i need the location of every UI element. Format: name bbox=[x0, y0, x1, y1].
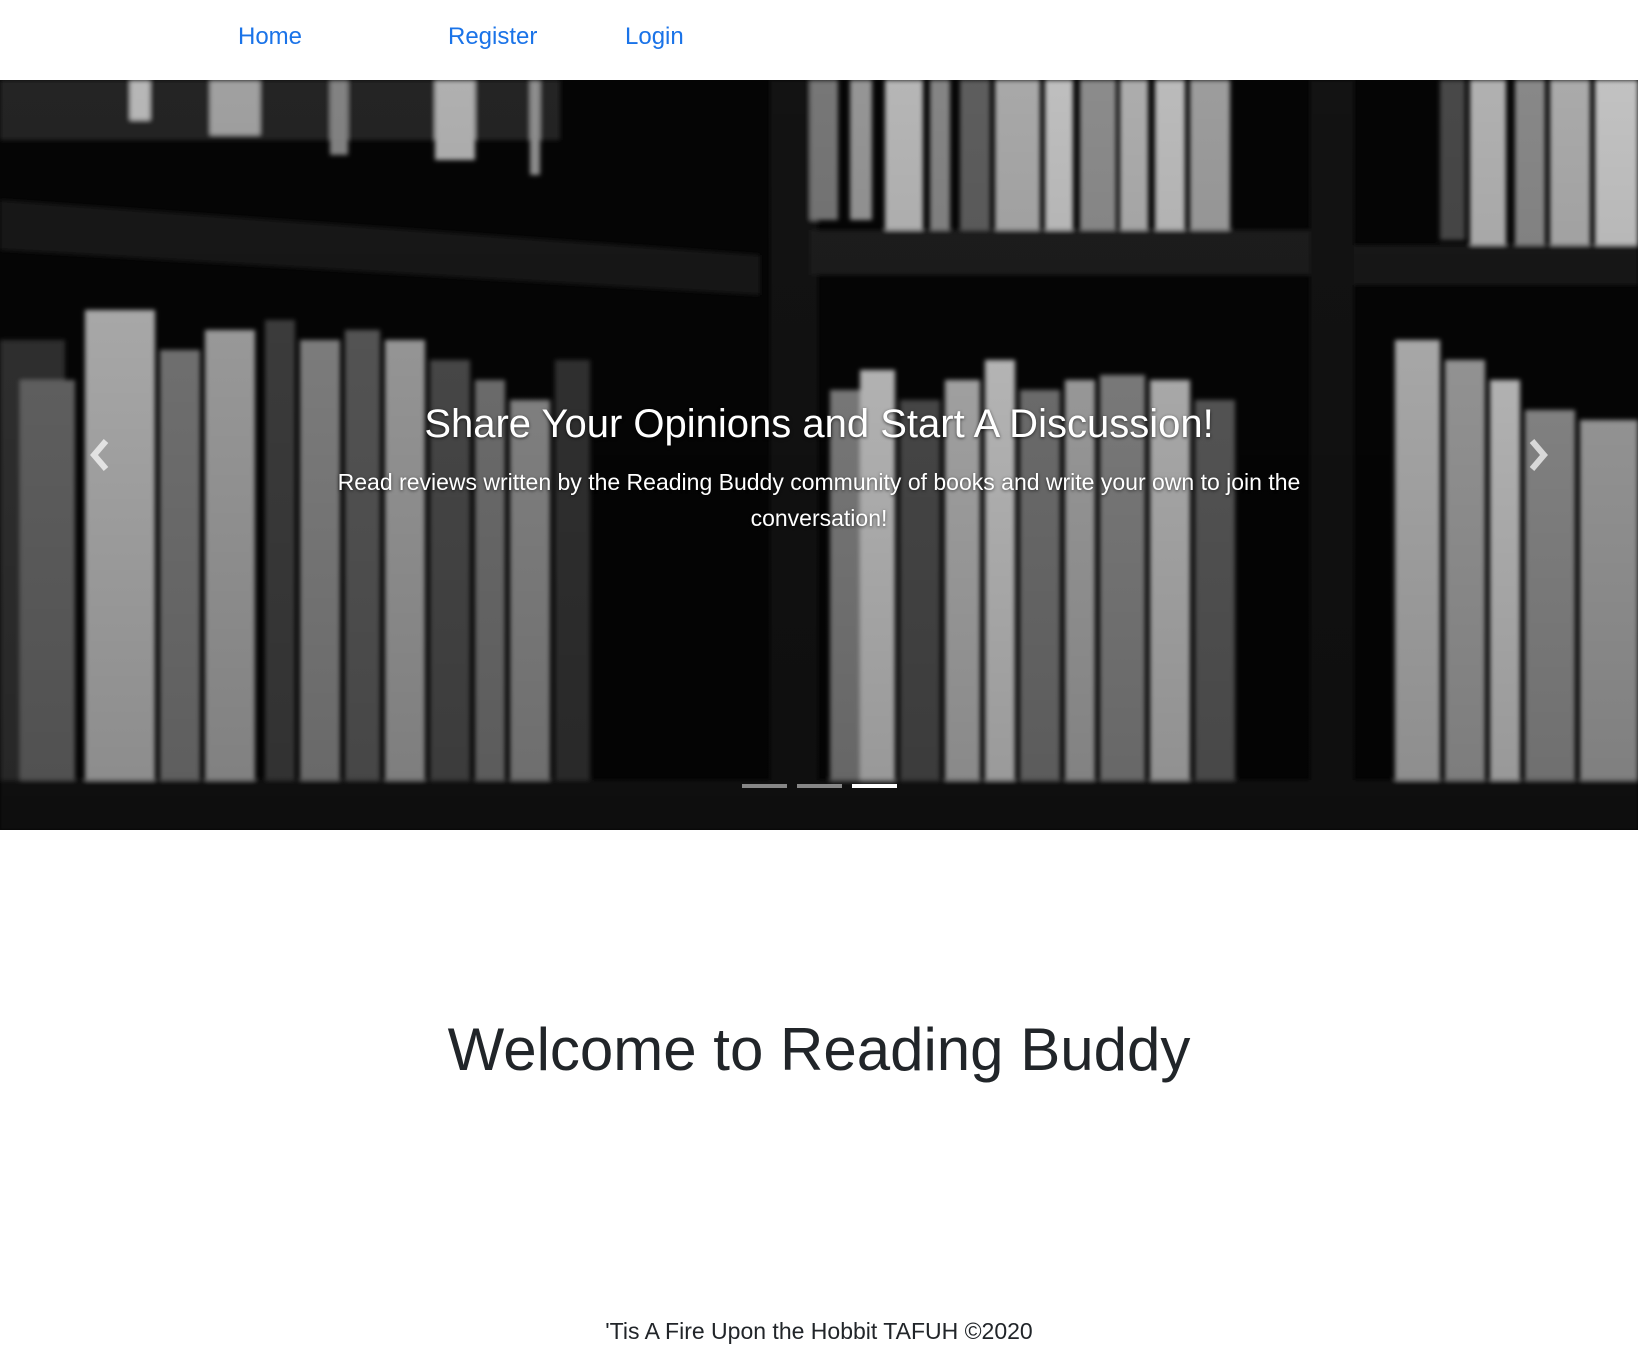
carousel-indicator-2[interactable] bbox=[796, 784, 842, 788]
welcome-heading: Welcome to Reading Buddy bbox=[447, 1016, 1191, 1083]
footer-text: 'Tis A Fire Upon the Hobbit TAFUH ©2020 bbox=[605, 1318, 1033, 1344]
carousel-caption: Share Your Opinions and Start A Discussi… bbox=[0, 400, 1638, 536]
carousel-caption-title: Share Your Opinions and Start A Discussi… bbox=[424, 402, 1214, 446]
nav-register-link[interactable]: Register bbox=[448, 22, 537, 52]
carousel-indicator-1[interactable] bbox=[741, 784, 787, 788]
hero-carousel: Share Your Opinions and Start A Discussi… bbox=[0, 80, 1638, 830]
carousel-caption-text: Read reviews written by the Reading Budd… bbox=[337, 469, 1301, 531]
nav-login-link[interactable]: Login bbox=[625, 22, 684, 52]
top-navbar: Home Register Login bbox=[0, 0, 1638, 80]
carousel-indicators bbox=[0, 784, 1638, 788]
nav-home-link[interactable]: Home bbox=[238, 22, 302, 52]
carousel-indicator-3[interactable] bbox=[851, 784, 897, 788]
